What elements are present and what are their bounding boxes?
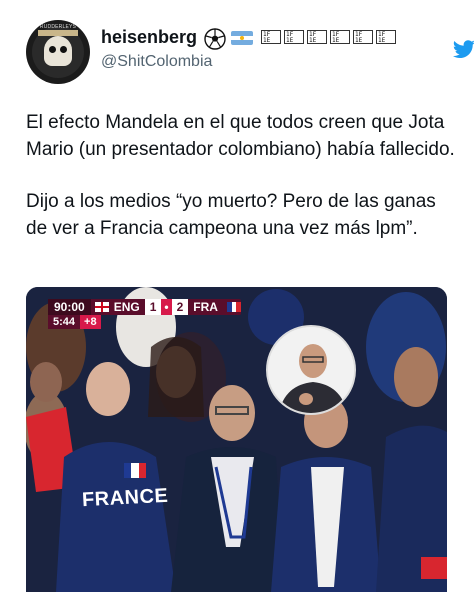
tweet-header: RUDDERLEYS heisenberg 1F 1E 1F 1E 1F 1F … <box>0 0 474 92</box>
france-flag-icon <box>226 302 241 312</box>
glyph-box: 1F 1E 1F 1E 1F <box>261 30 281 44</box>
presenter-inset <box>266 325 356 415</box>
added-time-bar: 5:44 +8 <box>48 315 101 329</box>
glyph-box: 1F 1E 1F 1E <box>307 30 327 44</box>
added-time: +8 <box>80 315 101 329</box>
unsupported-glyphs: 1F 1E 1F 1E 1F 1F 1E 1F 1E 1F 1F 1E 1F 1… <box>261 30 396 44</box>
tweet-media-image[interactable]: 90:00 ENG 1 • 2 FRA 5:44 +8 FRANCE <box>26 287 447 592</box>
france-shirt-text: FRANCE <box>81 484 169 512</box>
scoreboard: 90:00 ENG 1 • 2 FRA <box>48 299 241 315</box>
skull-icon <box>44 36 72 66</box>
sub-clock: 5:44 <box>48 315 81 329</box>
tweet-paragraph: El efecto Mandela en el que todos creen … <box>26 112 455 160</box>
glyph-box: 1F 1E 1F 1E 1F <box>353 30 373 44</box>
home-score: 1 <box>144 299 162 315</box>
soccer-ball-icon <box>204 28 226 50</box>
argentina-flag-icon <box>231 31 253 45</box>
user-handle[interactable]: @ShitColombia <box>101 53 212 71</box>
avatar[interactable]: RUDDERLEYS <box>26 20 90 84</box>
display-name[interactable]: heisenberg <box>101 27 197 48</box>
glyph-box: 1F 1E 1F 1E 1F <box>330 30 350 44</box>
glyph-box: 1F 1E 1F 1E 1F <box>284 30 304 44</box>
skull-eye-right <box>60 46 67 53</box>
match-clock: 90:00 <box>48 299 91 315</box>
twitter-bird-icon[interactable] <box>452 40 474 60</box>
crowd-scene <box>26 287 447 592</box>
separator-dot: • <box>161 299 172 315</box>
away-score: 2 <box>171 299 189 315</box>
away-team: FRA <box>193 300 218 314</box>
avatar-logo-text: RUDDERLEYS <box>39 24 77 30</box>
presenter-figure <box>268 327 354 413</box>
home-team: ENG <box>113 300 140 314</box>
england-flag-icon <box>94 302 109 312</box>
tweet-text: El efecto Mandela en el que todos creen … <box>26 110 456 242</box>
glyph-box: 1F 1E 1F 1E 1F <box>376 30 396 44</box>
tweet-paragraph: Dijo a los medios “yo muerto? Pero de la… <box>26 191 436 239</box>
skull-eye-left <box>49 46 56 53</box>
